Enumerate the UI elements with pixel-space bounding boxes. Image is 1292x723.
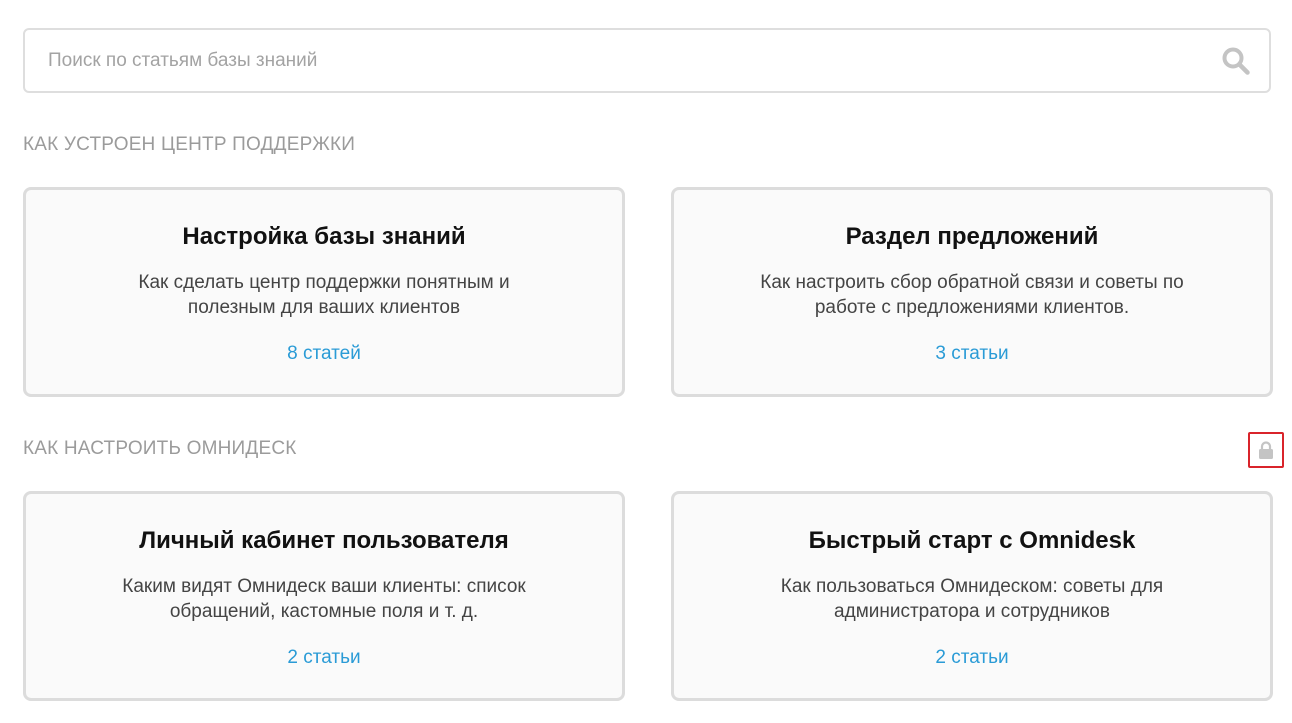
card-description-line: полезным для ваших клиентов: [187, 297, 461, 318]
section-title-support-center: КАК УСТРОЕН ЦЕНТР ПОДДЕРЖКИ: [23, 134, 356, 155]
card-article-count-link[interactable]: 2 статьи: [674, 647, 1270, 669]
card-title: Личный кабинет пользователя: [139, 527, 509, 554]
card-title: Раздел предложений: [845, 223, 1099, 250]
card-description-line: Как сделать центр поддержки понятным и: [138, 272, 510, 293]
card-title: Быстрый старт с Omnidesk: [808, 527, 1136, 554]
card-description: Как настроить сбор обратной связи и сове…: [714, 270, 1230, 320]
section-lock-button[interactable]: [1248, 432, 1284, 468]
card-description-line: обращений, кастомные поля и т. д.: [169, 601, 479, 622]
category-card-suggestions-section[interactable]: Раздел предложений Как настроить сбор об…: [671, 187, 1273, 397]
search-input[interactable]: [25, 30, 1205, 91]
category-card-user-account[interactable]: Личный кабинет пользователя Каким видят …: [23, 491, 625, 701]
card-description-line: работе с предложениями клиентов.: [814, 297, 1130, 318]
card-article-count-link[interactable]: 8 статей: [26, 343, 622, 365]
lock-icon: [1259, 441, 1273, 459]
card-description-line: Каким видят Омнидеск ваши клиенты: списо…: [122, 576, 526, 597]
card-article-count-link[interactable]: 3 статьи: [674, 343, 1270, 365]
search-icon: [1222, 47, 1250, 75]
section-title-omnidesk-setup: КАК НАСТРОИТЬ ОМНИДЕСК: [23, 438, 297, 459]
card-description-line: Как настроить сбор обратной связи и сове…: [760, 272, 1184, 293]
card-description-line: Как пользоваться Омнидеском: советы для: [780, 576, 1164, 597]
search-bar: [23, 28, 1271, 93]
card-description: Каким видят Омнидеск ваши клиенты: списо…: [66, 574, 582, 624]
card-description-line: администратора и сотрудников: [834, 601, 1110, 622]
category-card-knowledge-base-setup[interactable]: Настройка базы знаний Как сделать центр …: [23, 187, 625, 397]
search-button[interactable]: [1221, 46, 1251, 76]
card-description: Как сделать центр поддержки понятным и п…: [66, 270, 582, 320]
category-card-quick-start[interactable]: Быстрый старт с Omnidesk Как пользоватьс…: [671, 491, 1273, 701]
card-article-count-link[interactable]: 2 статьи: [26, 647, 622, 669]
card-description: Как пользоваться Омнидеском: советы для …: [714, 574, 1230, 624]
card-title: Настройка базы знаний: [182, 223, 466, 250]
